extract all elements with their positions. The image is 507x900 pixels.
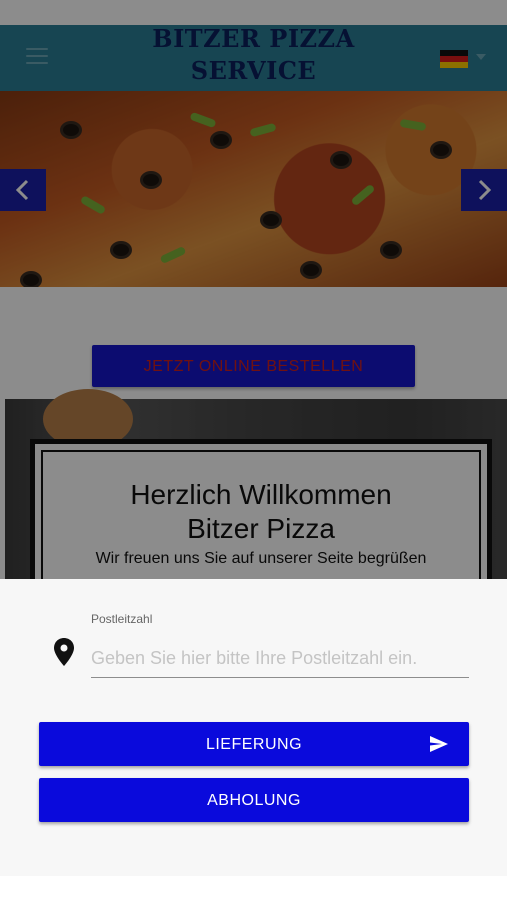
modal-backdrop[interactable] <box>0 0 507 579</box>
send-icon <box>430 736 448 752</box>
zip-label: Postleitzahl <box>91 612 153 626</box>
delivery-label: LIEFERUNG <box>205 736 303 753</box>
sheet-footer <box>0 876 507 900</box>
zip-input[interactable] <box>91 639 469 678</box>
delivery-button[interactable]: LIEFERUNG <box>39 722 469 766</box>
map-pin-icon <box>54 638 74 666</box>
zip-bottom-sheet: Postleitzahl LIEFERUNG ABHOLUNG <box>0 579 507 876</box>
pickup-button[interactable]: ABHOLUNG <box>39 778 469 822</box>
app-screen: BITZER PIZZA SERVICE JETZT ONLINE BESTEL… <box>0 0 507 900</box>
